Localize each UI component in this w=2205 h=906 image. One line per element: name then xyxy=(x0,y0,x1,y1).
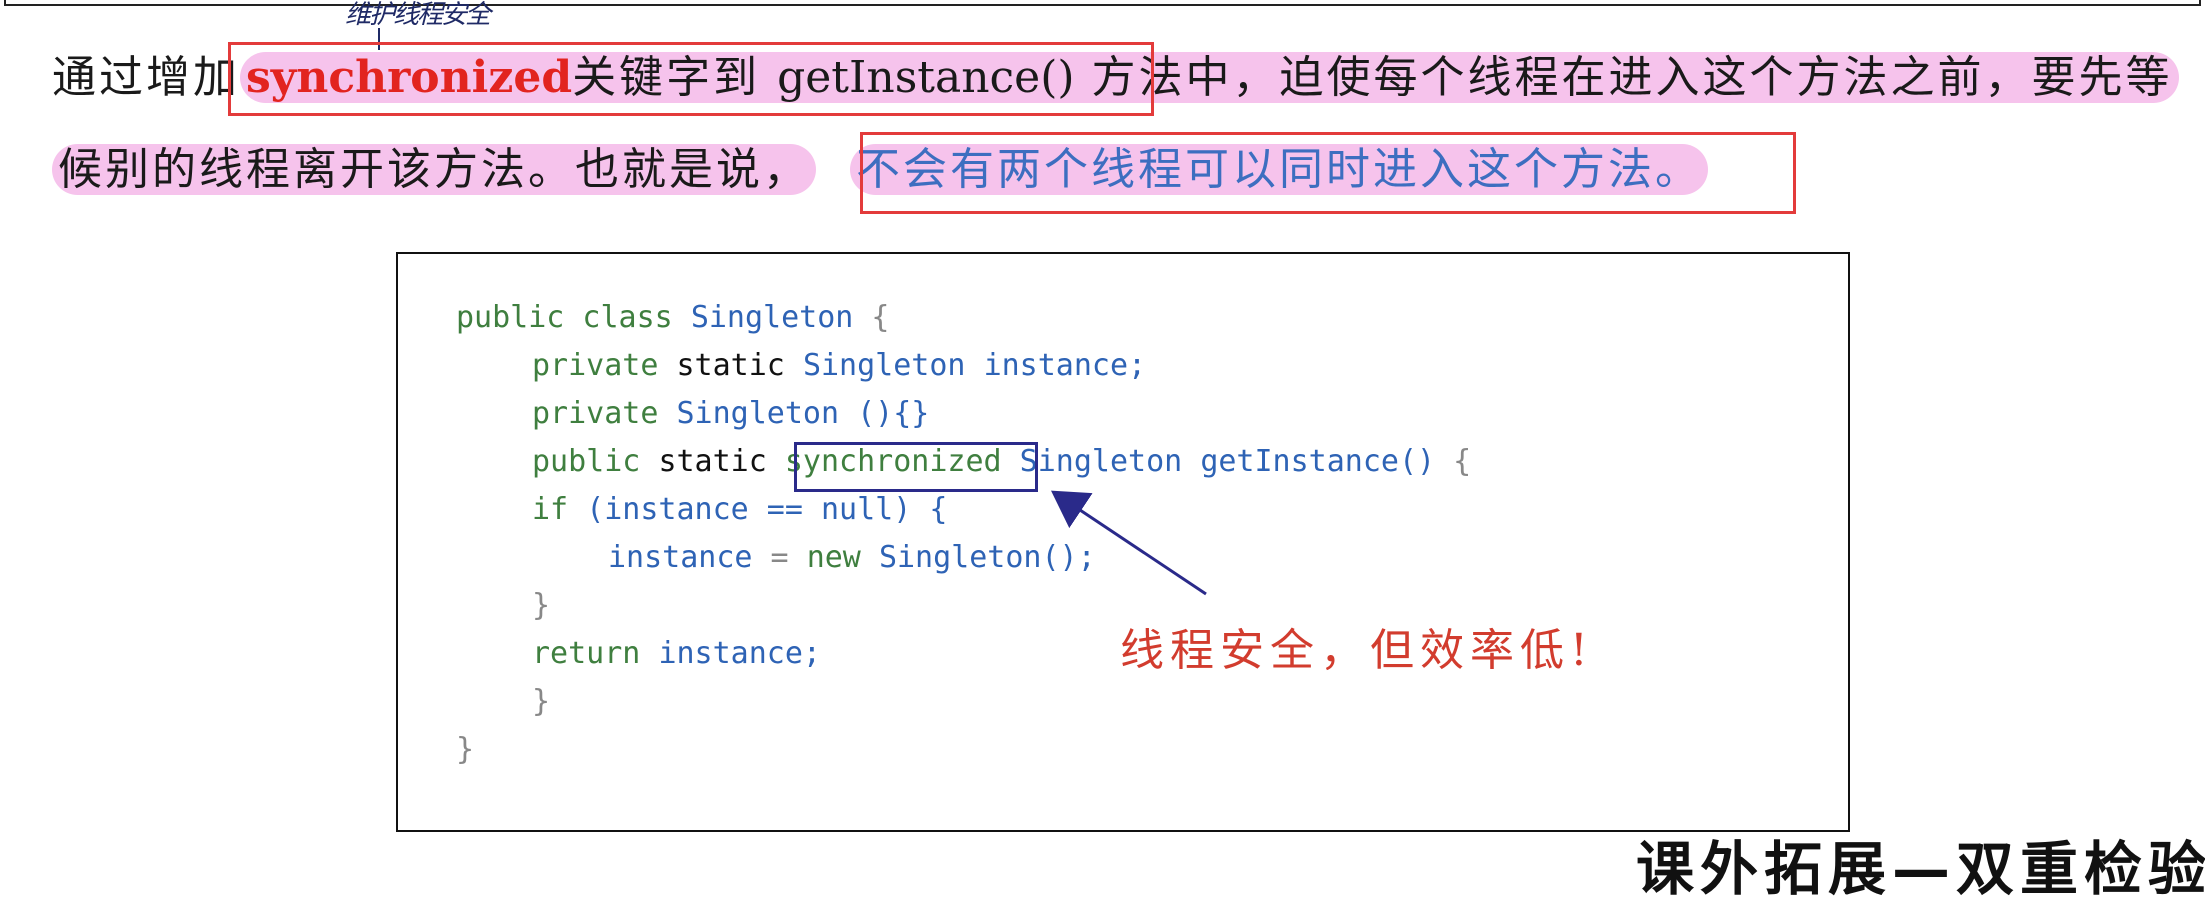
top-frame-border xyxy=(4,0,2201,6)
line1-mid2: 方法中 xyxy=(1074,52,1233,103)
line2-highlight: 不会有两个线程可以同时进入这个方法。 xyxy=(849,144,1708,195)
line1-highlight: synchronized关键字到 getInstance() 方法中，迫使每个线… xyxy=(240,52,2179,103)
code-block: public class Singleton { private static … xyxy=(396,252,1850,832)
getinstance-method-text: getInstance() xyxy=(777,52,1075,103)
line2-prefix: 候别的线程离开该方法。也就是说， xyxy=(52,144,816,195)
line1-prefix: 通过增加 xyxy=(52,52,240,103)
paragraph-line-1: 通过增加 synchronized关键字到 getInstance() 方法中，迫… xyxy=(52,48,2179,108)
paragraph-line-2: 候别的线程离开该方法。也就是说， 不会有两个线程可以同时进入这个方法。 xyxy=(52,140,1708,200)
line1-mid1: 关键字到 xyxy=(572,52,778,103)
synchronized-keyword: synchronized xyxy=(246,52,573,103)
footer-title: 课外拓展—双重检验锁 xyxy=(1636,835,2205,903)
arrow-icon xyxy=(1051,490,1207,596)
line1-rest: ，迫使每个线程在进入这个方法之前，要先等 xyxy=(1232,52,2173,103)
handwritten-note: 维护线程安全 xyxy=(345,0,491,30)
callout-thread-safe: 线程安全，但效率低! xyxy=(1120,625,1594,676)
handwritten-mark xyxy=(378,28,383,50)
